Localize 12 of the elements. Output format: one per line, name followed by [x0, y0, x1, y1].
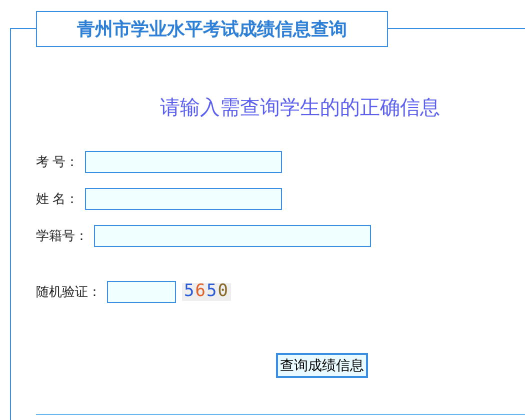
field-label: 姓 名：: [36, 190, 79, 208]
input-field[interactable]: [84, 151, 282, 173]
captcha-field[interactable]: [107, 281, 176, 303]
field-label: 学籍号：: [36, 227, 88, 246]
page-title: 青州市学业水平考试成绩信息查询: [36, 11, 388, 47]
field-label: 随机验证：: [36, 283, 101, 302]
submit-button[interactable]: 查询成绩信息: [276, 353, 368, 378]
input-field[interactable]: [84, 188, 282, 210]
field-label: 考 号：: [36, 153, 79, 172]
captcha-image: 5650: [182, 283, 231, 301]
input-field[interactable]: [94, 225, 371, 247]
instruction-text: 请输入需查询学生的的正确信息: [160, 96, 440, 121]
